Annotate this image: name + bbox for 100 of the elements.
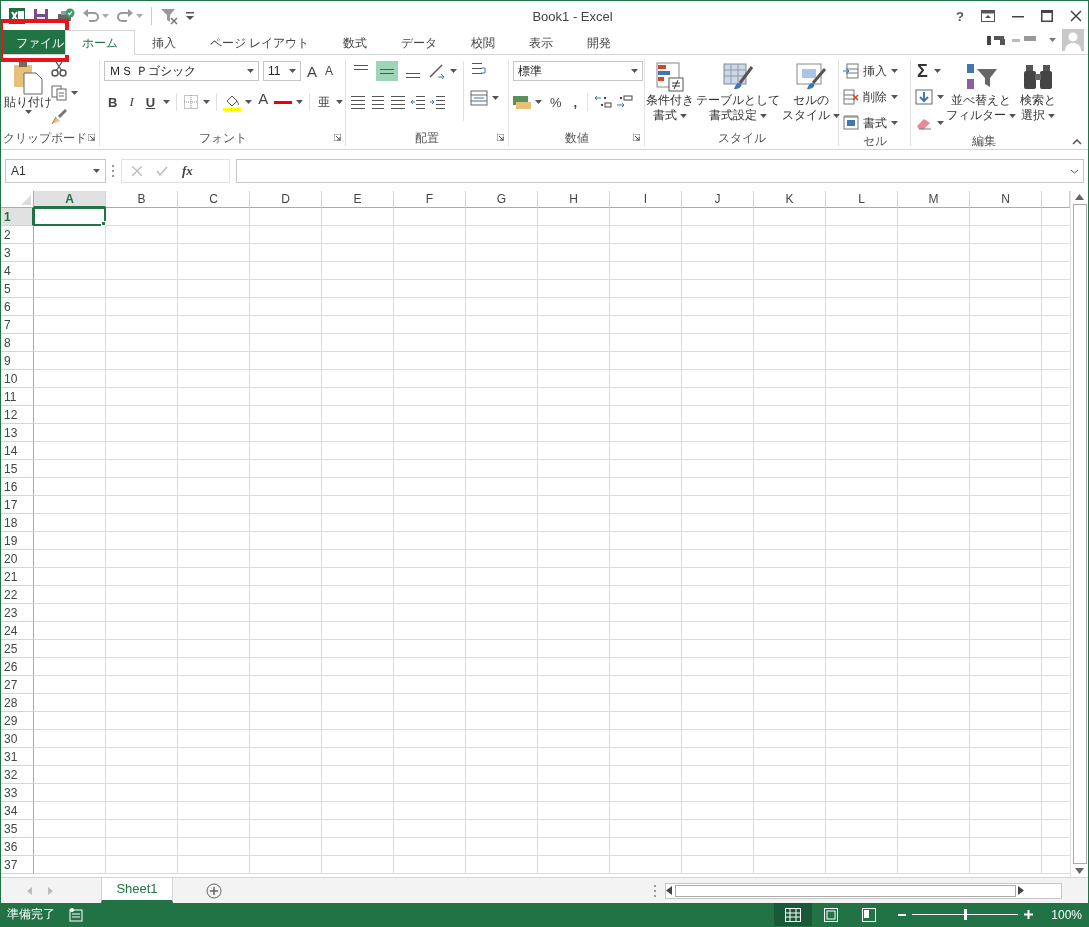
- row-header[interactable]: 22: [1, 586, 34, 604]
- maximize-icon[interactable]: [1041, 10, 1053, 22]
- row-header[interactable]: 36: [1, 838, 34, 856]
- autosum-button[interactable]: Σ: [915, 61, 930, 81]
- dialog-launcher-icon[interactable]: [334, 134, 341, 141]
- caret-icon[interactable]: [71, 91, 78, 95]
- caret-icon[interactable]: [24, 110, 32, 114]
- down-arrow-icon[interactable]: [1075, 868, 1084, 874]
- row-header[interactable]: 11: [1, 388, 34, 406]
- phonetic-button[interactable]: 亜: [316, 92, 333, 112]
- ribbon-tab[interactable]: ホーム: [65, 30, 135, 55]
- delete-cells-icon[interactable]: [843, 89, 859, 105]
- row-header[interactable]: 12: [1, 406, 34, 424]
- decrease-indent-icon[interactable]: [410, 95, 426, 109]
- row-header[interactable]: 21: [1, 568, 34, 586]
- dialog-launcher-icon[interactable]: [497, 134, 504, 141]
- collapse-ribbon-icon[interactable]: [1072, 139, 1082, 145]
- column-header[interactable]: M: [898, 191, 970, 208]
- ribbon-display-icon[interactable]: [981, 10, 995, 22]
- column-header[interactable]: N: [970, 191, 1042, 208]
- row-header[interactable]: 20: [1, 550, 34, 568]
- column-header[interactable]: K: [754, 191, 826, 208]
- row-header[interactable]: 2: [1, 226, 34, 244]
- row-header[interactable]: 9: [1, 352, 34, 370]
- align-right-icon[interactable]: [390, 95, 406, 109]
- increase-decimal-icon[interactable]: [594, 94, 613, 110]
- sort-filter-button[interactable]: 並べ替えと フィルター: [944, 61, 1018, 133]
- format-cells-icon[interactable]: [843, 115, 859, 131]
- merge-center-icon[interactable]: [470, 90, 488, 106]
- scroll-thumb[interactable]: [1072, 204, 1087, 864]
- caret-icon[interactable]: [203, 100, 211, 104]
- ribbon-tab[interactable]: データ: [384, 30, 455, 54]
- insert-button[interactable]: 挿入: [843, 61, 898, 81]
- dialog-launcher-icon[interactable]: [88, 134, 95, 141]
- row-header[interactable]: 15: [1, 460, 34, 478]
- insert-function-button[interactable]: fx: [182, 163, 193, 179]
- row-header[interactable]: 30: [1, 730, 34, 748]
- row-header[interactable]: 29: [1, 712, 34, 730]
- caret-icon[interactable]: [245, 100, 253, 104]
- row-header[interactable]: 26: [1, 658, 34, 676]
- expand-caret-icon[interactable]: [1070, 168, 1079, 174]
- up-arrow-icon[interactable]: [1075, 194, 1084, 200]
- row-header[interactable]: 32: [1, 766, 34, 784]
- row-header[interactable]: 4: [1, 262, 34, 280]
- caret-icon[interactable]: [163, 100, 171, 104]
- caret-icon[interactable]: [1049, 38, 1056, 42]
- row-header[interactable]: 10: [1, 370, 34, 388]
- fill-color-icon[interactable]: [223, 93, 242, 111]
- caret-icon[interactable]: [937, 121, 944, 125]
- ribbon-tab[interactable]: 表示: [512, 30, 571, 54]
- caret-icon[interactable]: [933, 69, 941, 73]
- enter-check-icon[interactable]: [156, 166, 168, 176]
- caret-icon[interactable]: [1009, 113, 1016, 118]
- row-header[interactable]: 8: [1, 334, 34, 352]
- active-cell[interactable]: [33, 207, 106, 226]
- caret-icon[interactable]: [535, 100, 542, 104]
- zoom-in-icon[interactable]: [1024, 910, 1034, 919]
- undo-icon[interactable]: [83, 9, 99, 23]
- font-color-button[interactable]: A: [256, 92, 271, 112]
- column-header[interactable]: J: [682, 191, 754, 208]
- underline-button[interactable]: U: [141, 92, 160, 112]
- name-box[interactable]: A1: [5, 159, 106, 183]
- row-header[interactable]: 3: [1, 244, 34, 262]
- caret-icon[interactable]: [680, 113, 687, 118]
- row-header[interactable]: 37: [1, 856, 34, 874]
- paste-button[interactable]: 貼り付け: [5, 61, 51, 130]
- formula-input[interactable]: [236, 159, 1084, 183]
- column-header[interactable]: B: [106, 191, 178, 208]
- caret-icon[interactable]: [631, 69, 638, 73]
- scissors-icon[interactable]: [51, 61, 67, 77]
- column-header[interactable]: C: [178, 191, 250, 208]
- add-sheet-icon[interactable]: [206, 882, 222, 899]
- row-header[interactable]: 16: [1, 478, 34, 496]
- row-header[interactable]: 28: [1, 694, 34, 712]
- caret-icon[interactable]: [450, 69, 457, 73]
- fill-down-icon[interactable]: [915, 89, 933, 105]
- ribbon-tab[interactable]: ページ レイアウト: [193, 30, 327, 54]
- shrink-font-button[interactable]: A: [323, 61, 336, 81]
- row-header[interactable]: 7: [1, 316, 34, 334]
- row-header[interactable]: 23: [1, 604, 34, 622]
- column-header[interactable]: L: [826, 191, 898, 208]
- caret-icon[interactable]: [492, 96, 499, 100]
- customize-icon[interactable]: [186, 12, 194, 20]
- funnel-clear-icon[interactable]: [160, 7, 178, 25]
- delete-button[interactable]: 削除: [843, 87, 898, 107]
- format-button[interactable]: 書式: [843, 113, 898, 133]
- row-header[interactable]: 24: [1, 622, 34, 640]
- caret-icon[interactable]: [891, 121, 898, 125]
- percent-button[interactable]: %: [546, 92, 566, 112]
- caret-icon[interactable]: [336, 100, 344, 104]
- find-select-button[interactable]: 検索と 選択: [1018, 61, 1058, 133]
- printer-check-icon[interactable]: [57, 8, 75, 24]
- redo-icon[interactable]: [117, 9, 133, 23]
- copy-icon[interactable]: [51, 85, 67, 101]
- caret-icon[interactable]: [760, 113, 767, 118]
- ribbon-tab[interactable]: 数式: [326, 30, 385, 54]
- page-break-view-icon[interactable]: [862, 907, 877, 922]
- format-as-table-button[interactable]: テーブルとして 書式設定: [695, 61, 781, 130]
- caret-icon[interactable]: [296, 100, 304, 104]
- ribbon-tab[interactable]: 挿入: [135, 30, 193, 54]
